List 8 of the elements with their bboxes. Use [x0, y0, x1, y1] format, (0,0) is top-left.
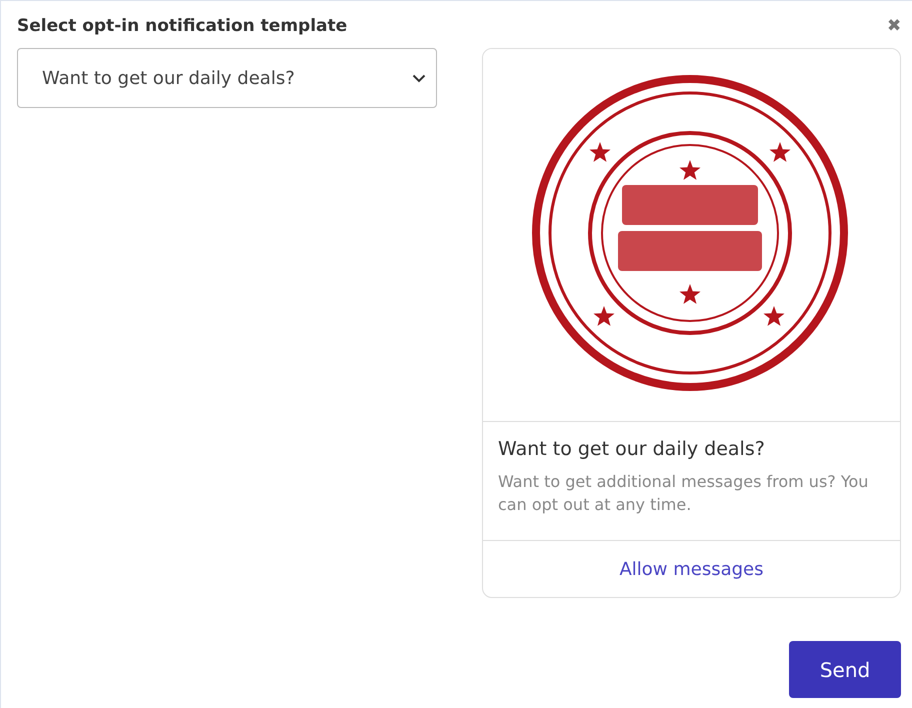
dialog-title: Select opt-in notification template — [17, 16, 348, 36]
preview-title: Want to get our daily deals? — [498, 438, 766, 460]
close-button[interactable]: ✖ — [887, 15, 901, 36]
send-button[interactable]: Send — [789, 641, 901, 698]
chevron-down-icon — [412, 74, 426, 82]
template-dropdown[interactable]: Want to get our daily deals? — [17, 48, 437, 108]
allow-messages-link[interactable]: Allow messages — [619, 559, 764, 580]
preview-description: Want to get additional messages from us? You can opt out at any time. — [498, 471, 870, 516]
